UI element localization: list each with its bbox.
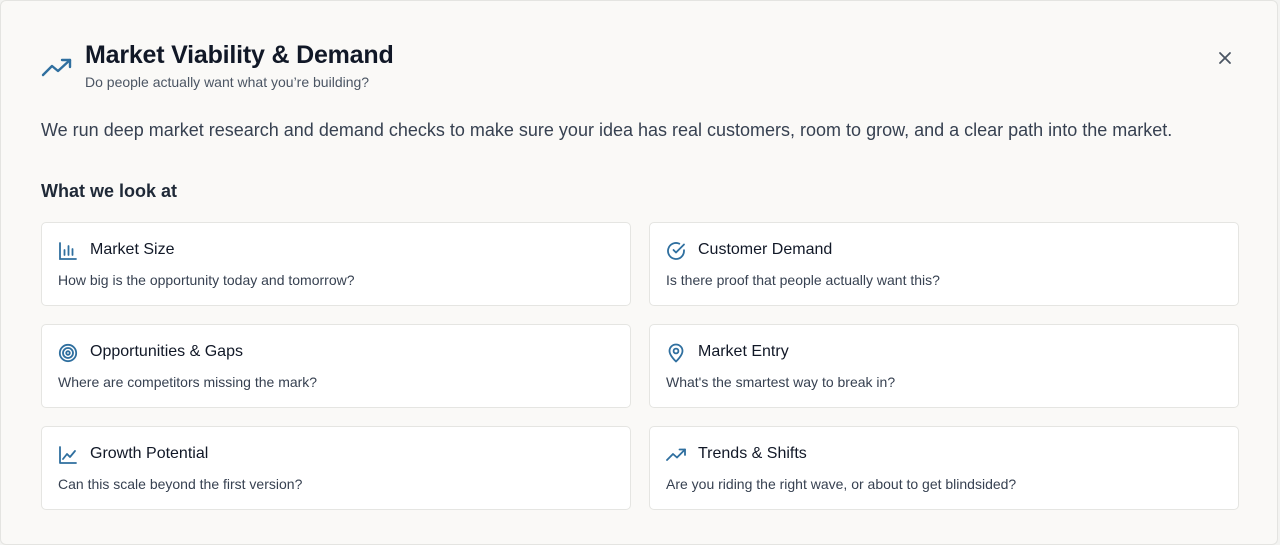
card-description: Can this scale beyond the first version?: [58, 476, 303, 492]
card-title: Market Size: [90, 241, 175, 258]
map-pin-icon: [666, 343, 686, 363]
card-title: Growth Potential: [90, 445, 209, 462]
dialog-subtitle: Do people actually want what you’re buil…: [85, 74, 370, 90]
trending-up-icon: [41, 55, 73, 79]
card-description: Are you riding the right wave, or about …: [666, 476, 1017, 492]
section-heading: What we look at: [41, 181, 178, 201]
card-customer-demand: Customer Demand Is there proof that peop…: [649, 222, 1239, 306]
card-title: Trends & Shifts: [698, 445, 807, 462]
card-description: Where are competitors missing the mark?: [58, 374, 318, 390]
check-circle-icon: [666, 241, 686, 261]
card-title: Market Entry: [698, 343, 789, 360]
dialog-title: Market Viability & Demand: [85, 41, 394, 69]
card-growth-potential: Growth Potential Can this scale beyond t…: [41, 426, 631, 510]
card-trends-shifts: Trends & Shifts Are you riding the right…: [649, 426, 1239, 510]
card-title: Opportunities & Gaps: [90, 343, 243, 360]
card-market-size: Market Size How big is the opportunity t…: [41, 222, 631, 306]
close-icon: [1217, 50, 1233, 66]
card-market-entry: Market Entry What's the smartest way to …: [649, 324, 1239, 408]
card-description: Is there proof that people actually want…: [666, 272, 940, 288]
trending-up-icon: [666, 445, 686, 465]
line-chart-icon: [58, 445, 78, 465]
card-opportunities-gaps: Opportunities & Gaps Where are competito…: [41, 324, 631, 408]
close-button[interactable]: [1211, 44, 1239, 72]
intro-text: We run deep market research and demand c…: [41, 120, 1173, 140]
card-title: Customer Demand: [698, 241, 833, 258]
target-icon: [58, 343, 78, 363]
card-description: What's the smartest way to break in?: [666, 374, 896, 390]
market-viability-dialog: Market Viability & Demand Do people actu…: [0, 0, 1278, 545]
card-description: How big is the opportunity today and tom…: [58, 272, 355, 288]
bar-chart-icon: [58, 241, 78, 261]
